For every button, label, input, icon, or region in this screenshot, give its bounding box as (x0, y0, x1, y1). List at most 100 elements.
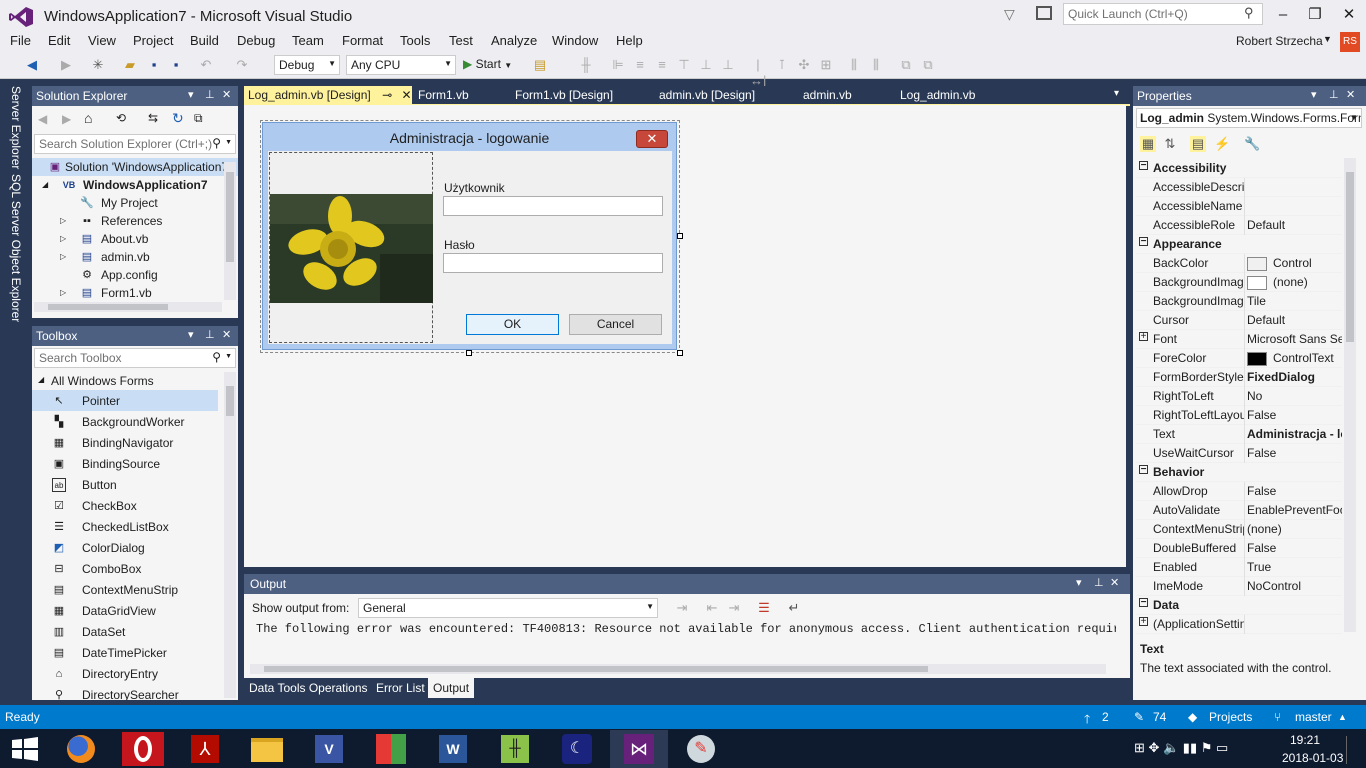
property-category[interactable]: − Behavior (1136, 463, 1342, 482)
toolbox-item[interactable]: ⚲ DirectorySearcher (32, 684, 238, 700)
toolbox-item[interactable]: ◩ ColorDialog (32, 537, 238, 558)
taskbar-visual-studio-icon[interactable]: ⋈ (610, 730, 668, 768)
property-row[interactable]: BackgroundImageLayoutTile (1136, 292, 1342, 311)
align-icon[interactable]: ╫ (578, 57, 594, 73)
property-value[interactable]: ControlText (1247, 351, 1342, 366)
property-row[interactable]: AllowDrop False (1136, 482, 1342, 501)
property-value[interactable]: Default (1247, 313, 1342, 327)
side-tab-server-explorer[interactable]: Server Explorer (9, 86, 23, 169)
properties-icon[interactable]: ▤ (1190, 136, 1206, 152)
property-category[interactable]: − Appearance (1136, 235, 1342, 254)
ok-button[interactable]: OK (466, 314, 559, 335)
changes-count[interactable]: 74 (1153, 710, 1166, 724)
tab-error-list[interactable]: Error List (371, 678, 430, 698)
property-row[interactable]: + (ApplicationSettings) (1136, 615, 1342, 634)
dropdown-icon[interactable]: ▾ (1311, 88, 1317, 101)
new-project-icon[interactable]: ✳ (90, 57, 106, 73)
same-height-icon[interactable]: ⊺ (774, 57, 790, 73)
menu-team[interactable]: Team (292, 33, 324, 48)
clock-date[interactable]: 2018-01-03 (1282, 751, 1343, 765)
column-divider[interactable] (1244, 615, 1245, 634)
windows-start-icon[interactable] (12, 737, 38, 761)
expand-icon[interactable]: + (1139, 332, 1148, 342)
tab-output[interactable]: Output (428, 678, 475, 698)
collapse-icon[interactable]: − (1139, 161, 1148, 171)
undo-icon[interactable]: ↶ (198, 57, 214, 73)
platform-select[interactable]: Any CPU ▼ (346, 55, 456, 75)
property-category[interactable]: − Accessibility (1136, 159, 1342, 178)
send-back-icon[interactable]: ⧉ (920, 57, 936, 73)
align-center-icon[interactable]: ≡ (632, 57, 648, 73)
property-value[interactable]: FixedDialog (1247, 370, 1342, 384)
column-divider[interactable] (1244, 368, 1245, 387)
column-divider[interactable] (1244, 577, 1245, 596)
menu-file[interactable]: File (10, 33, 31, 48)
dropdown-icon[interactable]: ▾ (188, 88, 194, 101)
toolbox-item-pointer[interactable]: ↖ Pointer (32, 390, 218, 411)
column-divider[interactable] (1244, 254, 1245, 273)
property-value[interactable]: (none) (1247, 275, 1342, 290)
property-value[interactable]: False (1247, 484, 1342, 498)
toolbox-search-input[interactable]: Search Toolbox ⚲ ▼ (34, 348, 236, 368)
collapsed-icon[interactable]: ▷ (60, 216, 66, 225)
sync-icon[interactable]: ⇆ (148, 111, 158, 125)
toolbox-group-header[interactable]: ◢ All Windows Forms (32, 370, 238, 390)
spacing-icon[interactable]: ⫼ (868, 57, 884, 73)
alphabetical-icon[interactable]: ⇅ (1162, 136, 1178, 152)
scroll-thumb[interactable] (264, 666, 928, 672)
search-icon[interactable]: ⚲ (1244, 5, 1254, 21)
column-divider[interactable] (1244, 349, 1245, 368)
projects-button[interactable]: Projects (1209, 710, 1252, 724)
pin-icon[interactable]: ⊥ (205, 88, 215, 101)
taskbar-night-sky-icon[interactable]: ☾ (548, 730, 606, 768)
collapse-icon[interactable]: ⧉ (194, 111, 203, 126)
vertical-scrollbar[interactable] (224, 372, 236, 698)
redo-icon[interactable]: ↷ (234, 57, 250, 73)
column-divider[interactable] (1244, 273, 1245, 292)
close-icon[interactable]: ✕ (222, 88, 231, 101)
collapse-icon[interactable]: − (1139, 237, 1148, 247)
menu-help[interactable]: Help (616, 33, 643, 48)
events-icon[interactable]: ⚡ (1214, 136, 1230, 152)
collapse-icon[interactable]: − (1139, 465, 1148, 475)
property-row[interactable]: ForeColor ControlText (1136, 349, 1342, 368)
property-row[interactable]: BackgroundImage (none) (1136, 273, 1342, 292)
vertical-scrollbar[interactable] (1344, 158, 1356, 632)
align-top-icon[interactable]: ⊤ (676, 57, 692, 73)
prev-message-icon[interactable]: ⇤ (704, 600, 720, 616)
toolbox-item[interactable]: ▣ BindingSource (32, 453, 238, 474)
property-value[interactable]: NoControl (1247, 579, 1342, 593)
menu-project[interactable]: Project (133, 33, 173, 48)
column-divider[interactable] (1244, 539, 1245, 558)
scroll-thumb[interactable] (48, 304, 168, 310)
align-middle-icon[interactable]: ⊥ (698, 57, 714, 73)
scroll-thumb[interactable] (1346, 172, 1354, 342)
refresh-icon[interactable]: ↻ (172, 110, 184, 127)
collapse-icon[interactable]: − (1139, 598, 1148, 608)
close-icon[interactable]: ✕ (402, 88, 412, 102)
back-icon[interactable]: ◀ (24, 57, 40, 73)
resize-handle-corner[interactable] (677, 350, 683, 356)
chevron-down-icon[interactable]: ▼ (1323, 34, 1332, 44)
property-row[interactable]: Enabled True (1136, 558, 1342, 577)
pin-icon[interactable]: ⊥ (1329, 88, 1339, 101)
tab-data-tools[interactable]: Data Tools Operations (244, 678, 373, 698)
property-value[interactable]: True (1247, 560, 1342, 574)
collapsed-icon[interactable]: ▷ (60, 288, 66, 297)
tree-item-solution[interactable]: ▣ Solution 'WindowsApplication7' (32, 158, 238, 176)
close-icon[interactable]: ✕ (1110, 576, 1119, 589)
taskbar-chart-app-icon[interactable]: ╫ (486, 730, 544, 768)
property-row[interactable]: RightToLeftLayout False (1136, 406, 1342, 425)
taskbar-firefox-icon[interactable] (52, 730, 110, 768)
goto-icon[interactable]: ⇥ (674, 600, 690, 616)
menu-test[interactable]: Test (449, 33, 473, 48)
password-textbox[interactable] (443, 253, 663, 273)
column-divider[interactable] (1244, 387, 1245, 406)
property-row[interactable]: AccessibleName (1136, 197, 1342, 216)
grid-icon[interactable]: ⊞ (818, 57, 834, 73)
forward-icon[interactable]: ▶ (62, 112, 71, 126)
forward-icon[interactable]: ▶ (58, 57, 74, 73)
property-value[interactable]: False (1247, 408, 1342, 422)
close-icon[interactable]: ✕ (222, 328, 231, 341)
column-divider[interactable] (1244, 482, 1245, 501)
